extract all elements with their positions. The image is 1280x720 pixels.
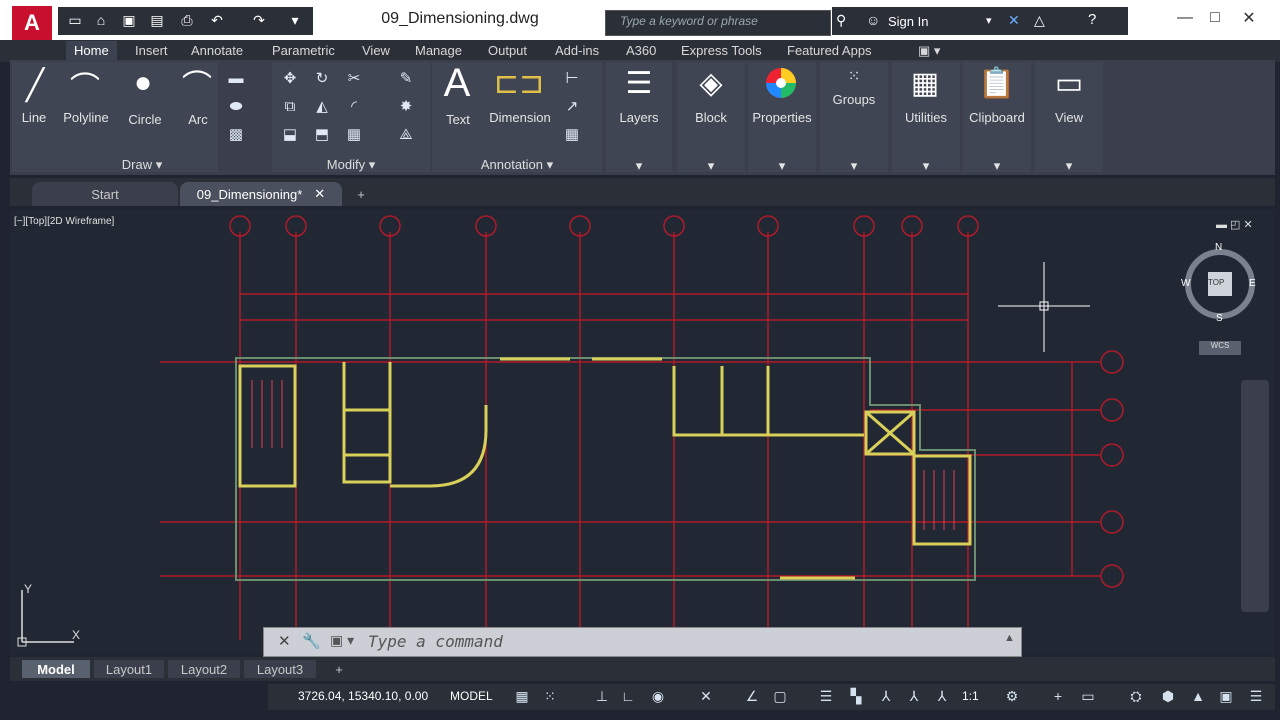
osnap-icon[interactable]: ✕ bbox=[696, 686, 716, 706]
polar-icon[interactable]: ◉ bbox=[648, 686, 668, 706]
ortho-icon[interactable]: ∟ bbox=[618, 686, 638, 706]
selection-cycling-icon[interactable]: ⅄ bbox=[876, 686, 896, 706]
annotation-scale[interactable]: 1:1 bbox=[962, 689, 979, 703]
units-icon[interactable]: ▭ bbox=[1078, 686, 1098, 706]
ucs-y-label: Y bbox=[24, 582, 33, 596]
customization-icon[interactable]: ☰ bbox=[1246, 686, 1266, 706]
isolate-objects-icon[interactable]: ▲ bbox=[1188, 686, 1208, 706]
quick-properties-icon[interactable]: ⛭ bbox=[1126, 686, 1146, 706]
tab-layout3[interactable]: Layout3 bbox=[244, 660, 316, 678]
lock-ui-icon[interactable]: ⬢ bbox=[1158, 686, 1178, 706]
annotation-monitor-icon[interactable]: + bbox=[1048, 686, 1068, 706]
new-layout-icon[interactable]: + bbox=[328, 660, 350, 678]
command-history-icon[interactable]: ▲ bbox=[1004, 632, 1015, 644]
close-command-icon[interactable]: ✕ bbox=[278, 632, 291, 650]
coordinates-readout[interactable]: 3726.04, 15340.10, 0.00 bbox=[298, 689, 428, 703]
floor-plan-drawing bbox=[160, 215, 1124, 640]
command-input[interactable]: Type a command bbox=[368, 632, 503, 651]
navigation-bar[interactable] bbox=[1241, 380, 1269, 612]
recent-commands-icon[interactable]: ▣ ▾ bbox=[330, 632, 354, 649]
customize-icon[interactable]: 🔧 bbox=[302, 632, 321, 650]
hardware-acceleration-icon[interactable]: ▣ bbox=[1216, 686, 1236, 706]
grid-icon[interactable]: ▦ bbox=[512, 686, 532, 706]
workspace-gear-icon[interactable]: ⚙ bbox=[1002, 686, 1022, 706]
viewcube-west[interactable]: W bbox=[1181, 278, 1190, 289]
tab-layout2[interactable]: Layout2 bbox=[168, 660, 240, 678]
ucs-x-label: X bbox=[72, 628, 81, 642]
auto-scale-icon[interactable]: ⅄ bbox=[932, 686, 952, 706]
infer-constraints-icon[interactable]: ⊥ bbox=[592, 686, 612, 706]
tab-model[interactable]: Model bbox=[22, 660, 90, 678]
model-space-button[interactable]: MODEL bbox=[450, 689, 493, 703]
annotation-visibility-icon[interactable]: ⅄ bbox=[904, 686, 924, 706]
transparency-icon[interactable]: ▚ bbox=[846, 686, 866, 706]
isodraft-icon[interactable]: ∠ bbox=[742, 686, 762, 706]
viewcube-north[interactable]: N bbox=[1215, 242, 1222, 253]
snap-icon[interactable]: ⁙ bbox=[540, 686, 560, 706]
viewcube-south[interactable]: S bbox=[1216, 313, 1223, 324]
lineweight-icon[interactable]: ☰ bbox=[816, 686, 836, 706]
viewcube-east[interactable]: E bbox=[1249, 278, 1256, 289]
wcs-menu[interactable]: WCS bbox=[1199, 341, 1241, 355]
tab-layout1[interactable]: Layout1 bbox=[94, 660, 164, 678]
otrack-icon[interactable]: ▢ bbox=[770, 686, 790, 706]
viewcube-top[interactable]: TOP bbox=[1208, 278, 1224, 287]
